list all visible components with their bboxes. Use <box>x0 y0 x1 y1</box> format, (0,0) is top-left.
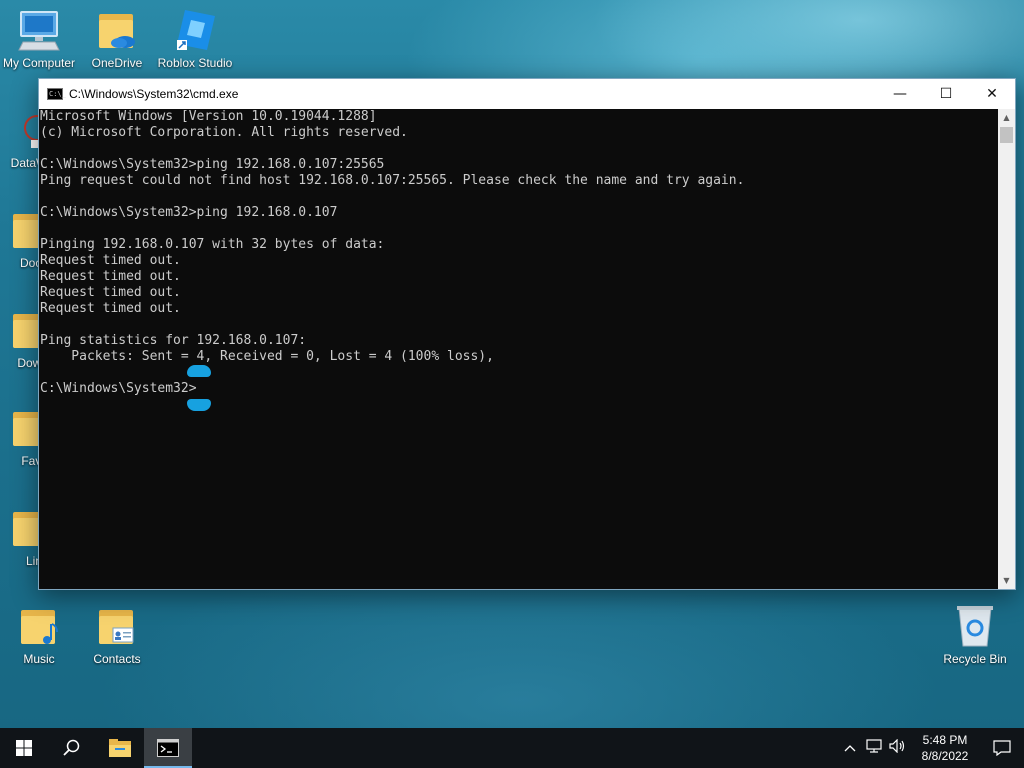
desktop-icon-label: Contacts <box>93 652 141 666</box>
console-line: Microsoft Windows [Version 10.0.19044.12… <box>40 109 377 124</box>
window-title: C:\Windows\System32\cmd.exe <box>69 87 239 101</box>
cmd-icon <box>157 739 179 757</box>
desktop-icon-label: Recycle Bin <box>943 652 1007 666</box>
search-icon <box>63 739 80 756</box>
folder-icon <box>0 308 47 352</box>
desktop-icon-links[interactable]: Lin <box>0 506 47 568</box>
music-folder-icon <box>17 604 61 648</box>
console-line: Request timed out. <box>40 301 181 316</box>
folder-icon <box>0 208 47 252</box>
scroll-down-icon[interactable]: ▼ <box>998 572 1015 589</box>
console-line: Pinging 192.168.0.107 with 32 bytes of d… <box>40 237 385 252</box>
console-line: C:\Windows\System32> <box>40 381 197 396</box>
folder-icon <box>0 406 47 450</box>
console-line: Ping statistics for 192.168.0.107: <box>40 333 307 348</box>
folder-icon <box>0 506 47 550</box>
notification-icon <box>993 740 1011 756</box>
cmd-icon: C:\_ <box>47 88 66 100</box>
scrollbar-thumb[interactable] <box>1000 127 1013 143</box>
text-selection-handle-top[interactable] <box>187 365 211 377</box>
console-line: Request timed out. <box>40 269 181 284</box>
scroll-up-icon[interactable]: ▲ <box>998 109 1015 126</box>
text-selection-handle-bottom[interactable] <box>187 399 211 411</box>
datawc-icon <box>0 108 50 152</box>
taskbar-cmd[interactable] <box>144 728 192 768</box>
system-tray: 5:48 PM 8/8/2022 <box>838 728 1024 768</box>
console-line: C:\Windows\System32>ping 192.168.0.107 <box>40 205 338 220</box>
close-button[interactable]: ✕ <box>969 79 1015 109</box>
console-line: Request timed out. <box>40 285 181 300</box>
desktop-icon-music[interactable]: Music <box>0 604 78 666</box>
clock-date: 8/8/2022 <box>921 749 969 763</box>
taskbar: 5:48 PM 8/8/2022 <box>0 728 1024 768</box>
volume-icon[interactable] <box>886 738 910 757</box>
desktop-icon-recycle-bin[interactable]: Recycle Bin <box>936 604 1014 666</box>
folder-icon <box>109 739 131 757</box>
search-button[interactable] <box>48 728 96 768</box>
taskbar-file-explorer[interactable] <box>96 728 144 768</box>
action-center-button[interactable] <box>980 728 1024 768</box>
onedrive-folder-icon <box>95 8 139 52</box>
console-line: (c) Microsoft Corporation. All rights re… <box>40 125 408 140</box>
console-line: Packets: Sent = 4, Received = 0, Lost = … <box>40 349 494 364</box>
contacts-folder-icon <box>95 604 139 648</box>
network-icon[interactable] <box>862 739 886 757</box>
roblox-studio-icon <box>173 8 217 52</box>
console-output[interactable]: Microsoft Windows [Version 10.0.19044.12… <box>39 109 999 589</box>
clock-time: 5:48 PM <box>922 733 968 747</box>
desktop-icon-label: Roblox Studio <box>157 56 233 70</box>
vertical-scrollbar[interactable]: ▲ ▼ <box>998 109 1015 589</box>
maximize-button[interactable]: ☐ <box>923 79 969 109</box>
minimize-button[interactable]: — <box>877 79 923 109</box>
show-hidden-icons-chevron-icon[interactable] <box>838 741 862 756</box>
desktop-icon-onedrive[interactable]: OneDrive <box>78 8 156 70</box>
desktop-icon-label: Lin <box>25 554 42 568</box>
console-line: Request timed out. <box>40 253 181 268</box>
desktop-icon-contacts[interactable]: Contacts <box>78 604 156 666</box>
cmd-window[interactable]: C:\_ C:\Windows\System32\cmd.exe — ☐ ✕ M… <box>38 78 1016 590</box>
desktop-icon-label: OneDrive <box>91 56 143 70</box>
window-titlebar[interactable]: C:\_ C:\Windows\System32\cmd.exe — ☐ ✕ <box>39 79 1015 109</box>
recycle-bin-icon <box>953 604 997 648</box>
computer-icon <box>17 8 61 52</box>
desktop-icon-label: My Computer <box>2 56 76 70</box>
desktop-icon-roblox-studio[interactable]: Roblox Studio <box>156 8 234 70</box>
start-button[interactable] <box>0 728 48 768</box>
windows-logo-icon <box>16 740 32 756</box>
console-line: C:\Windows\System32>ping 192.168.0.107:2… <box>40 157 385 172</box>
console-line: Ping request could not find host 192.168… <box>40 173 745 188</box>
clock[interactable]: 5:48 PM 8/8/2022 <box>910 732 980 764</box>
desktop-icon-label: Music <box>23 652 55 666</box>
desktop-icon-my-computer[interactable]: My Computer <box>0 8 78 70</box>
